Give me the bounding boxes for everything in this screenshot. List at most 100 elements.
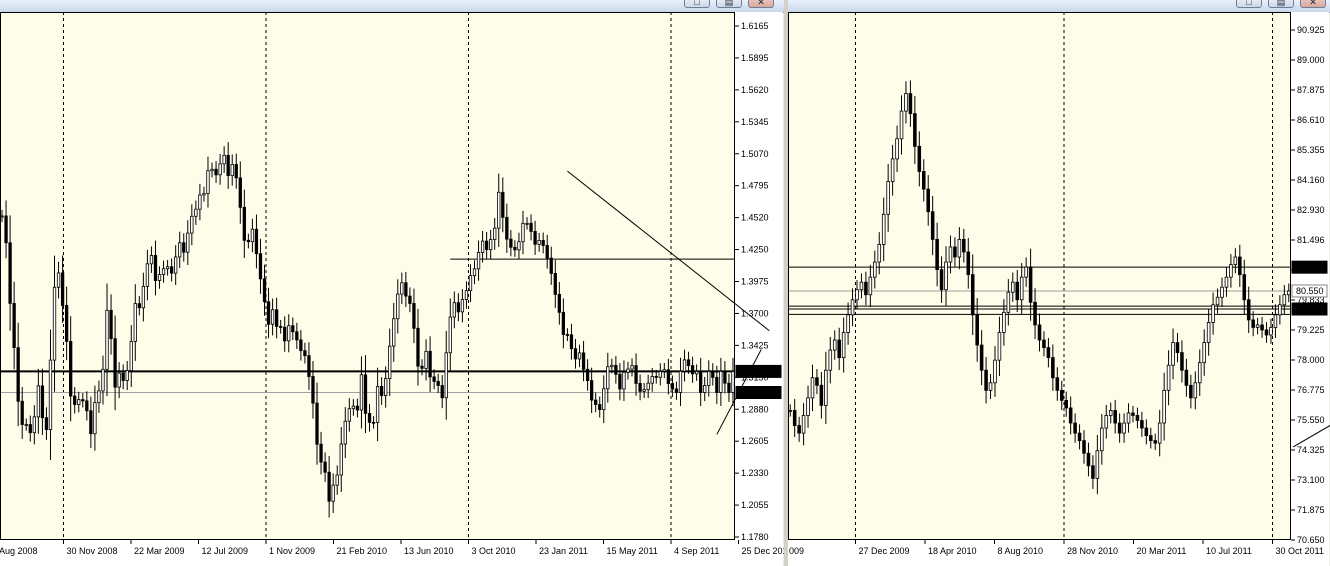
candle bbox=[210, 168, 214, 172]
candle bbox=[1229, 264, 1233, 278]
candle bbox=[899, 110, 904, 140]
candle bbox=[881, 213, 886, 245]
candle bbox=[1037, 324, 1042, 341]
candle bbox=[81, 399, 85, 402]
candle bbox=[581, 352, 586, 370]
candle bbox=[622, 371, 626, 390]
candle bbox=[553, 273, 557, 295]
candle bbox=[594, 399, 598, 405]
candle bbox=[984, 369, 988, 391]
candle bbox=[873, 261, 877, 278]
candle bbox=[694, 371, 699, 375]
candle bbox=[1131, 412, 1135, 416]
price-chart-right[interactable]: 90.925 89.000 87.875 86.610 85.355 84.160 82.9… bbox=[788, 0, 1330, 566]
candle bbox=[1269, 327, 1273, 336]
plot-area bbox=[788, 12, 1291, 540]
candle bbox=[953, 246, 957, 258]
candle bbox=[1117, 422, 1122, 434]
x-tick-label: 3 Oct 2010 bbox=[472, 546, 516, 556]
chart-window-right: □ ▤ ✕ 90.925 89.000 87.875 86.610 85.355 84.1… bbox=[788, 0, 1330, 566]
x-tick-label: 30 Nov 2008 bbox=[67, 546, 118, 556]
candle bbox=[1113, 410, 1117, 424]
candle bbox=[1046, 347, 1051, 359]
candle bbox=[715, 376, 719, 393]
candle bbox=[242, 206, 246, 241]
candle bbox=[198, 194, 202, 210]
candle bbox=[266, 301, 271, 325]
candle bbox=[238, 177, 242, 208]
candle bbox=[926, 188, 930, 213]
candle bbox=[174, 256, 178, 274]
candle bbox=[153, 255, 158, 281]
candle bbox=[1260, 324, 1264, 331]
candle bbox=[719, 371, 723, 393]
candle bbox=[186, 232, 190, 253]
candle bbox=[703, 385, 707, 393]
candle bbox=[727, 382, 731, 393]
candle bbox=[877, 244, 882, 263]
candle bbox=[731, 371, 735, 393]
candle bbox=[658, 371, 662, 378]
candle bbox=[12, 302, 16, 349]
candle bbox=[319, 443, 323, 463]
candle bbox=[585, 368, 590, 382]
candle bbox=[270, 309, 275, 325]
candle bbox=[396, 293, 400, 320]
candle bbox=[513, 246, 517, 251]
candle bbox=[890, 158, 895, 182]
candle bbox=[323, 461, 327, 473]
candle bbox=[1104, 415, 1109, 429]
candle bbox=[895, 138, 899, 160]
candle bbox=[549, 257, 553, 274]
candle bbox=[388, 345, 392, 379]
y-tick-label: 1.2880 bbox=[741, 404, 769, 414]
x-tick-label: 10 Jul 2011 bbox=[1206, 546, 1252, 556]
candle bbox=[69, 341, 73, 397]
y-tick-label: 73.100 bbox=[1297, 475, 1325, 485]
candle bbox=[841, 332, 846, 359]
candle bbox=[868, 276, 873, 296]
candle bbox=[472, 268, 477, 277]
candle bbox=[517, 241, 521, 251]
candle bbox=[1215, 296, 1220, 306]
y-tick-label: 1.4520 bbox=[741, 213, 769, 223]
candle bbox=[109, 309, 113, 340]
candle bbox=[1255, 324, 1260, 328]
candle bbox=[1002, 311, 1006, 333]
candle bbox=[230, 164, 234, 177]
candle bbox=[331, 484, 335, 502]
candle bbox=[589, 380, 594, 401]
candle bbox=[279, 326, 283, 328]
candle bbox=[169, 266, 174, 274]
candle bbox=[1011, 281, 1015, 293]
candle bbox=[234, 164, 238, 179]
candle bbox=[939, 269, 944, 291]
candle bbox=[182, 242, 186, 253]
candle bbox=[64, 305, 69, 342]
candle bbox=[351, 405, 356, 410]
y-tick-label: 1.3975 bbox=[741, 277, 769, 287]
candle bbox=[125, 370, 129, 381]
candle bbox=[646, 382, 650, 391]
candle bbox=[1149, 435, 1153, 442]
candle bbox=[28, 424, 32, 434]
x-tick-label: 18 Apr 2010 bbox=[928, 546, 977, 556]
candle bbox=[1077, 432, 1082, 442]
y-tick-label: 1.6165 bbox=[741, 21, 769, 31]
candle bbox=[105, 309, 109, 370]
candle bbox=[921, 171, 926, 190]
candle bbox=[1286, 290, 1291, 296]
candle bbox=[476, 252, 481, 270]
candle bbox=[1180, 352, 1184, 371]
candle bbox=[355, 405, 360, 411]
candle bbox=[614, 364, 618, 375]
y-tick-label: 1.3425 bbox=[741, 340, 769, 350]
candle bbox=[1202, 342, 1206, 364]
candle bbox=[1100, 427, 1104, 452]
candle bbox=[218, 163, 222, 176]
candle bbox=[957, 239, 962, 258]
x-tick-label: 4 Sep 2011 bbox=[674, 546, 719, 556]
candle bbox=[1073, 422, 1077, 434]
price-chart-left[interactable]: 1.6165 1.5895 1.5620 1.5345 1.5070 1.4795 1.45… bbox=[0, 0, 784, 566]
candle bbox=[837, 339, 841, 359]
